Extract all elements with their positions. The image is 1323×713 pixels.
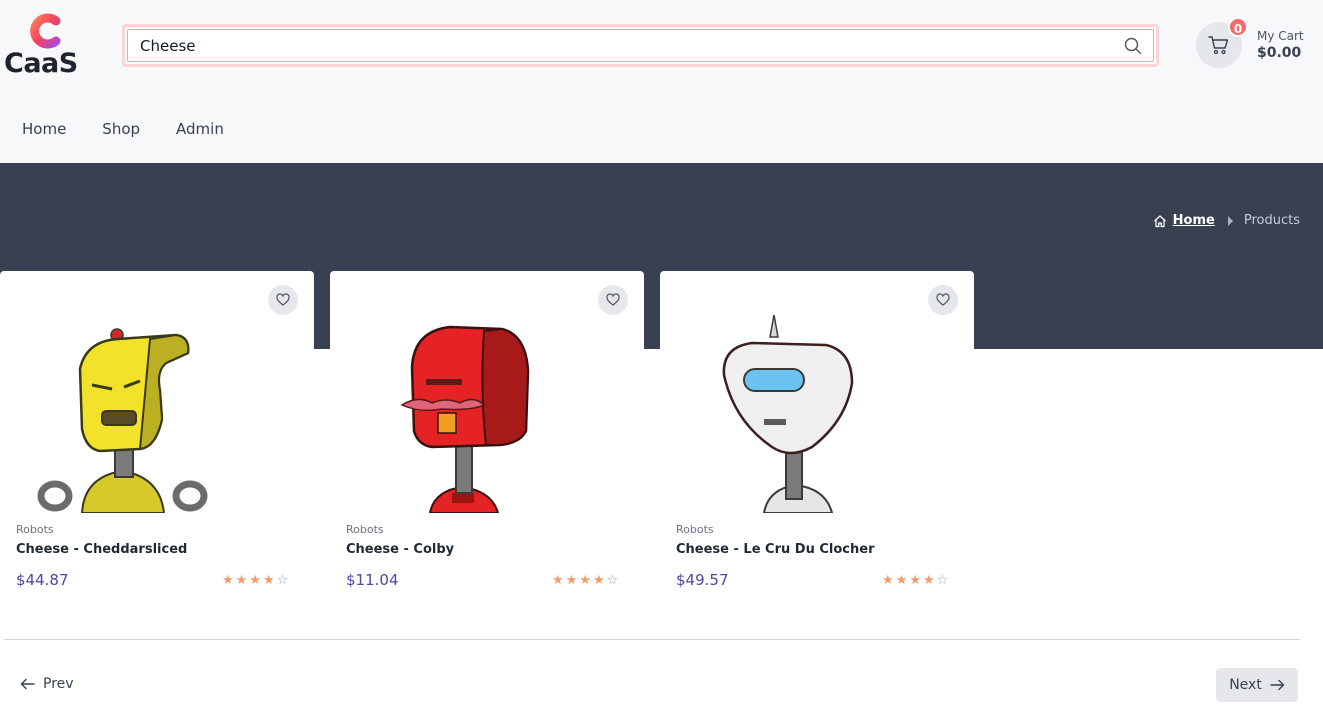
cart-count-badge: 0 xyxy=(1228,17,1248,37)
home-icon[interactable] xyxy=(1153,214,1167,228)
search-icon[interactable] xyxy=(1124,37,1142,55)
nav-item-shop[interactable]: Shop xyxy=(102,120,140,138)
star-filled-icon: ★ xyxy=(895,573,908,588)
star-filled-icon: ★ xyxy=(565,573,578,588)
chevron-right-icon xyxy=(1227,215,1233,226)
product-title[interactable]: Cheese - Cheddarsliced xyxy=(16,542,187,557)
product-category[interactable]: Robots xyxy=(16,523,54,536)
product-image[interactable] xyxy=(330,271,644,513)
rating-stars: ★ ★ ★ ★ ☆ xyxy=(552,574,618,588)
star-filled-icon: ★ xyxy=(262,573,275,588)
breadcrumb-home-link[interactable]: Home xyxy=(1173,213,1215,228)
product-card[interactable]: Robots Cheese - Cheddarsliced $44.87 ★ ★ ★… xyxy=(0,271,314,601)
product-price: $49.57 xyxy=(676,571,729,589)
product-card[interactable]: Robots Cheese - Le Cru Du Clocher $49.57… xyxy=(660,271,974,601)
cart-icon xyxy=(1208,36,1229,55)
cart-label[interactable]: My Cart xyxy=(1257,29,1304,43)
star-filled-icon: ★ xyxy=(222,573,234,588)
star-empty-icon: ☆ xyxy=(606,573,619,588)
product-image[interactable] xyxy=(0,271,314,513)
arrow-left-icon xyxy=(20,678,35,690)
star-filled-icon: ★ xyxy=(579,573,591,588)
robot-image xyxy=(722,314,854,513)
product-image[interactable] xyxy=(660,271,974,513)
search-bar xyxy=(122,24,1159,67)
main-nav: Home Shop Admin xyxy=(22,120,260,138)
product-category[interactable]: Robots xyxy=(676,523,714,536)
star-filled-icon: ★ xyxy=(909,573,921,588)
star-empty-icon: ☆ xyxy=(936,573,949,588)
rating-stars: ★ ★ ★ ★ ☆ xyxy=(222,574,288,588)
star-filled-icon: ★ xyxy=(235,573,248,588)
product-title[interactable]: Cheese - Le Cru Du Clocher xyxy=(676,542,874,557)
logo-c-icon xyxy=(30,13,61,49)
star-filled-icon: ★ xyxy=(882,573,894,588)
heart-icon xyxy=(936,293,950,306)
next-label: Next xyxy=(1229,677,1262,693)
heart-icon xyxy=(276,293,290,306)
prev-label: Prev xyxy=(43,676,74,692)
brand-name: CaaS xyxy=(4,48,78,79)
star-filled-icon: ★ xyxy=(552,573,564,588)
divider xyxy=(4,639,1300,640)
wishlist-button[interactable] xyxy=(268,285,298,315)
product-price: $11.04 xyxy=(346,571,399,589)
star-empty-icon: ☆ xyxy=(276,573,289,588)
next-page-button[interactable]: Next xyxy=(1216,668,1298,702)
wishlist-button[interactable] xyxy=(598,285,628,315)
wishlist-button[interactable] xyxy=(928,285,958,315)
product-price: $44.87 xyxy=(16,571,69,589)
star-filled-icon: ★ xyxy=(249,573,261,588)
arrow-right-icon xyxy=(1270,679,1285,691)
heart-icon xyxy=(606,293,620,306)
prev-page-button[interactable]: Prev xyxy=(20,676,74,692)
search-input[interactable] xyxy=(127,29,1154,62)
breadcrumb-current: Products xyxy=(1243,213,1300,228)
rating-stars: ★ ★ ★ ★ ☆ xyxy=(882,574,948,588)
product-title[interactable]: Cheese - Colby xyxy=(346,542,454,557)
nav-item-admin[interactable]: Admin xyxy=(176,120,224,138)
robot-image xyxy=(400,325,530,513)
breadcrumb: Home Products xyxy=(1153,213,1300,228)
nav-item-home[interactable]: Home xyxy=(22,120,66,138)
star-filled-icon: ★ xyxy=(922,573,935,588)
cart-total[interactable]: $0.00 xyxy=(1257,45,1301,61)
brand-logo[interactable]: CaaS xyxy=(4,12,88,80)
product-category[interactable]: Robots xyxy=(346,523,384,536)
star-filled-icon: ★ xyxy=(592,573,605,588)
robot-image xyxy=(37,328,208,513)
product-card[interactable]: Robots Cheese - Colby $11.04 ★ ★ ★ ★ ☆ xyxy=(330,271,644,601)
